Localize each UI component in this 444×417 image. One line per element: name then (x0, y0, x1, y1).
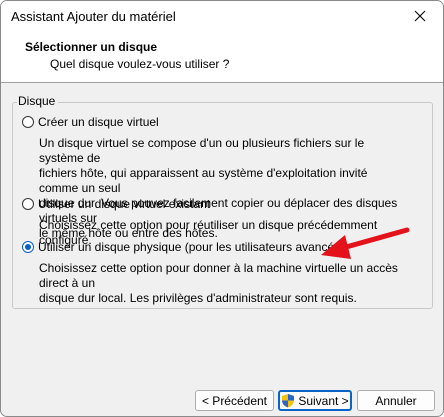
page-subtitle: Quel disque voulez-vous utiliser ? (50, 57, 230, 71)
radio-button[interactable] (22, 116, 34, 128)
radio-button[interactable] (22, 198, 34, 210)
cancel-button[interactable]: Annuler (357, 390, 435, 411)
radio-button-selected[interactable] (22, 241, 34, 253)
back-button[interactable]: < Précédent (195, 390, 274, 411)
window-title: Assistant Ajouter du matériel (11, 9, 176, 24)
wizard-header: Sélectionner un disque Quel disque voule… (1, 32, 443, 83)
uac-shield-icon (282, 394, 295, 408)
add-hardware-wizard-window: Assistant Ajouter du matériel Sélectionn… (0, 0, 444, 417)
close-button[interactable] (397, 1, 443, 32)
radio-label: Utiliser un disque virtuel existant (38, 197, 211, 211)
page-title: Sélectionner un disque (25, 40, 158, 54)
radio-label: Utiliser un disque physique (pour les ut… (38, 240, 345, 254)
close-icon (414, 10, 426, 22)
radio-create-virtual-disk[interactable]: Créer un disque virtuel (22, 115, 159, 129)
next-button[interactable]: Suivant > (278, 390, 352, 411)
radio-use-physical-disk[interactable]: Utiliser un disque physique (pour les ut… (22, 240, 344, 254)
title-bar[interactable]: Assistant Ajouter du matériel (1, 1, 443, 32)
radio-use-existing-virtual-disk[interactable]: Utiliser un disque virtuel existant (22, 197, 210, 211)
groupbox-legend: Disque (17, 94, 59, 108)
option-description: Choisissez cette option pour donner à la… (39, 261, 398, 305)
red-arrow-annotation (321, 227, 410, 259)
next-button-label: Suivant > (298, 393, 349, 408)
radio-label: Créer un disque virtuel (38, 115, 159, 129)
